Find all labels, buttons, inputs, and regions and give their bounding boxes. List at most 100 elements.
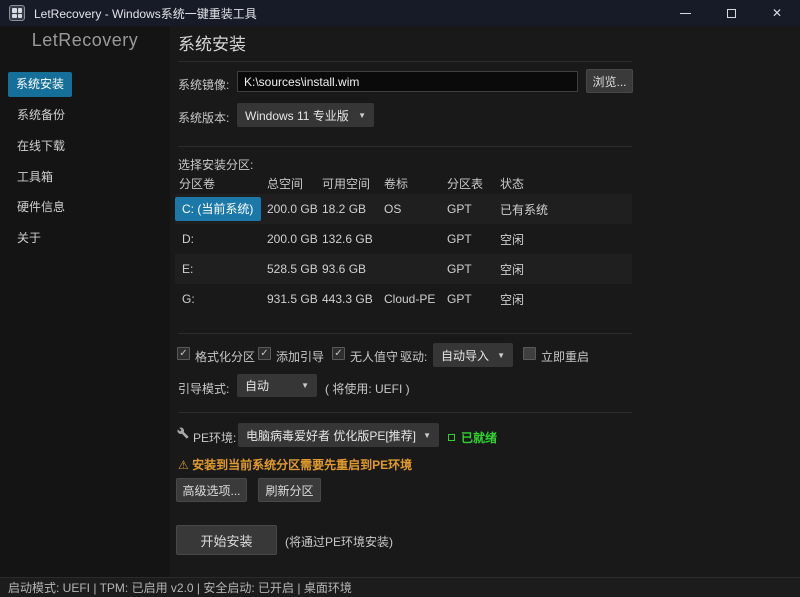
driver-value: 自动导入 (441, 348, 490, 363)
browse-button[interactable]: 浏览... (586, 69, 633, 93)
pe-ready-status: 已就绪 (448, 429, 497, 446)
statusbar: 启动模式: UEFI | TPM: 已启用 v2.0 | 安全启动: 已开启 |… (0, 577, 800, 597)
col-header-status: 状态 (500, 176, 525, 191)
maximize-button[interactable] (708, 0, 754, 26)
cell-volume: G: (182, 292, 195, 306)
version-value: Windows 11 专业版 (245, 108, 349, 123)
close-icon: ✕ (771, 6, 783, 20)
ready-text: 已就绪 (461, 431, 498, 445)
partition-table: 分区卷 总空间 可用空间 卷标 分区表 状态 C: (当前系统) 200.0 G… (175, 172, 632, 314)
refresh-partitions-button[interactable]: 刷新分区 (258, 478, 321, 502)
maximize-icon (726, 8, 736, 18)
warning-icon: ⚠ (178, 458, 189, 472)
close-button[interactable]: ✕ (754, 0, 800, 26)
cell-free: 93.6 GB (322, 262, 367, 276)
sidebar-item-system-backup[interactable]: 系统备份 (0, 103, 170, 128)
col-header-volume: 分区卷 (179, 176, 216, 191)
driver-dropdown[interactable]: 自动导入 ▼ (433, 343, 513, 367)
divider (178, 61, 632, 62)
col-header-total: 总空间 (267, 176, 304, 191)
driver-label: 驱动: (400, 350, 428, 364)
reboot-now-label[interactable]: 立即重启 (541, 348, 589, 365)
boot-mode-label: 引导模式: (178, 382, 230, 396)
divider (178, 146, 632, 147)
boot-mode-dropdown[interactable]: 自动 ▼ (237, 374, 317, 397)
cell-free: 132.6 GB (322, 232, 373, 246)
sidebar-item-hardware-info[interactable]: 硬件信息 (0, 195, 170, 220)
cell-free: 443.3 GB (322, 292, 373, 306)
cell-volume: D: (182, 232, 194, 246)
cell-status: 空闲 (500, 262, 525, 277)
format-partition-label[interactable]: 格式化分区 (195, 348, 255, 365)
titlebar: LetRecovery - Windows系统一键重装工具 ✕ (0, 0, 800, 26)
cell-total: 528.5 GB (267, 262, 318, 276)
wrench-icon (177, 427, 189, 439)
divider (178, 412, 632, 413)
ready-indicator-icon (448, 434, 455, 441)
col-header-free: 可用空间 (322, 176, 371, 191)
partition-row-d[interactable]: D: 200.0 GB 132.6 GB GPT 空闲 (175, 224, 632, 254)
start-install-button[interactable]: 开始安装 (176, 525, 277, 555)
advanced-options-button[interactable]: 高级选项... (176, 478, 247, 502)
sidebar-item-online-download[interactable]: 在线下载 (0, 134, 170, 159)
add-boot-label[interactable]: 添加引导 (276, 348, 324, 365)
unattended-checkbox[interactable]: ✓ (332, 347, 345, 360)
window-title: LetRecovery - Windows系统一键重装工具 (34, 6, 257, 21)
cell-table: GPT (447, 202, 472, 216)
chevron-down-icon: ▼ (358, 110, 366, 120)
cell-status: 空闲 (500, 232, 525, 247)
cell-table: GPT (447, 232, 472, 246)
sidebar-item-toolbox[interactable]: 工具箱 (0, 165, 170, 190)
cell-total: 200.0 GB (267, 232, 318, 246)
cell-table: GPT (447, 292, 472, 306)
divider (178, 333, 632, 334)
cell-free: 18.2 GB (322, 202, 367, 216)
app-logo-text: LetRecovery (31, 30, 139, 50)
cell-table: GPT (447, 262, 472, 276)
warning-text: 安装到当前系统分区需要先重启到PE环境 (192, 458, 413, 472)
install-note: (将通过PE环境安装) (285, 535, 394, 549)
sidebar-item-system-install[interactable]: 系统安装 (8, 72, 72, 97)
minimize-button[interactable] (662, 0, 708, 26)
partition-row-g[interactable]: G: 931.5 GB 443.3 GB Cloud-PE GPT 空闲 (175, 284, 632, 314)
sidebar-item-about[interactable]: 关于 (0, 226, 170, 251)
cell-label: Cloud-PE (384, 292, 436, 306)
pe-warning: ⚠ 安装到当前系统分区需要先重启到PE环境 (178, 456, 412, 473)
page-title: 系统安装 (178, 35, 246, 54)
col-header-table: 分区表 (447, 176, 484, 191)
unattended-label[interactable]: 无人值守 (350, 348, 398, 365)
cell-status: 空闲 (500, 292, 525, 307)
window-controls: ✕ (662, 0, 800, 26)
cell-total: 200.0 GB (267, 202, 318, 216)
pe-env-label: PE环境: (193, 431, 237, 445)
minimize-icon (679, 12, 691, 14)
selected-volume-badge[interactable]: C: (当前系统) (175, 197, 262, 221)
version-dropdown[interactable]: Windows 11 专业版 ▼ (237, 103, 374, 127)
partition-section-label: 选择安装分区: (178, 158, 254, 172)
partition-table-header: 分区卷 总空间 可用空间 卷标 分区表 状态 (175, 172, 632, 194)
image-path-input[interactable] (237, 71, 578, 92)
boot-mode-note: ( 将使用: UEFI ) (325, 382, 410, 396)
chevron-down-icon: ▼ (423, 430, 431, 440)
pe-env-dropdown[interactable]: 电脑病毒爱好者 优化版PE[推荐] ▼ (238, 423, 439, 447)
partition-row-c[interactable]: C: (当前系统) 200.0 GB 18.2 GB OS GPT 已有系统 (175, 194, 632, 224)
app-window: LetRecovery - Windows系统一键重装工具 ✕ LetRecov… (0, 0, 800, 597)
boot-mode-value: 自动 (245, 379, 270, 393)
chevron-down-icon: ▼ (301, 381, 309, 390)
partition-row-e[interactable]: E: 528.5 GB 93.6 GB GPT 空闲 (175, 254, 632, 284)
cell-total: 931.5 GB (267, 292, 318, 306)
statusbar-text: 启动模式: UEFI | TPM: 已启用 v2.0 | 安全启动: 已开启 |… (8, 581, 352, 595)
app-logo-icon (9, 5, 25, 21)
add-boot-checkbox[interactable]: ✓ (258, 347, 271, 360)
col-header-label: 卷标 (384, 176, 409, 191)
sidebar: LetRecovery 系统安装 系统备份 在线下载 工具箱 硬件信息 关于 (0, 26, 170, 577)
version-label: 系统版本: (178, 111, 230, 125)
cell-status: 已有系统 (500, 202, 549, 217)
chevron-down-icon: ▼ (497, 350, 505, 360)
reboot-now-checkbox[interactable] (523, 347, 536, 360)
pe-env-value: 电脑病毒爱好者 优化版PE[推荐] (246, 428, 417, 443)
image-path-label: 系统镜像: (178, 78, 230, 92)
cell-label: OS (384, 202, 402, 216)
format-partition-checkbox[interactable]: ✓ (177, 347, 190, 360)
cell-volume: E: (182, 262, 194, 276)
